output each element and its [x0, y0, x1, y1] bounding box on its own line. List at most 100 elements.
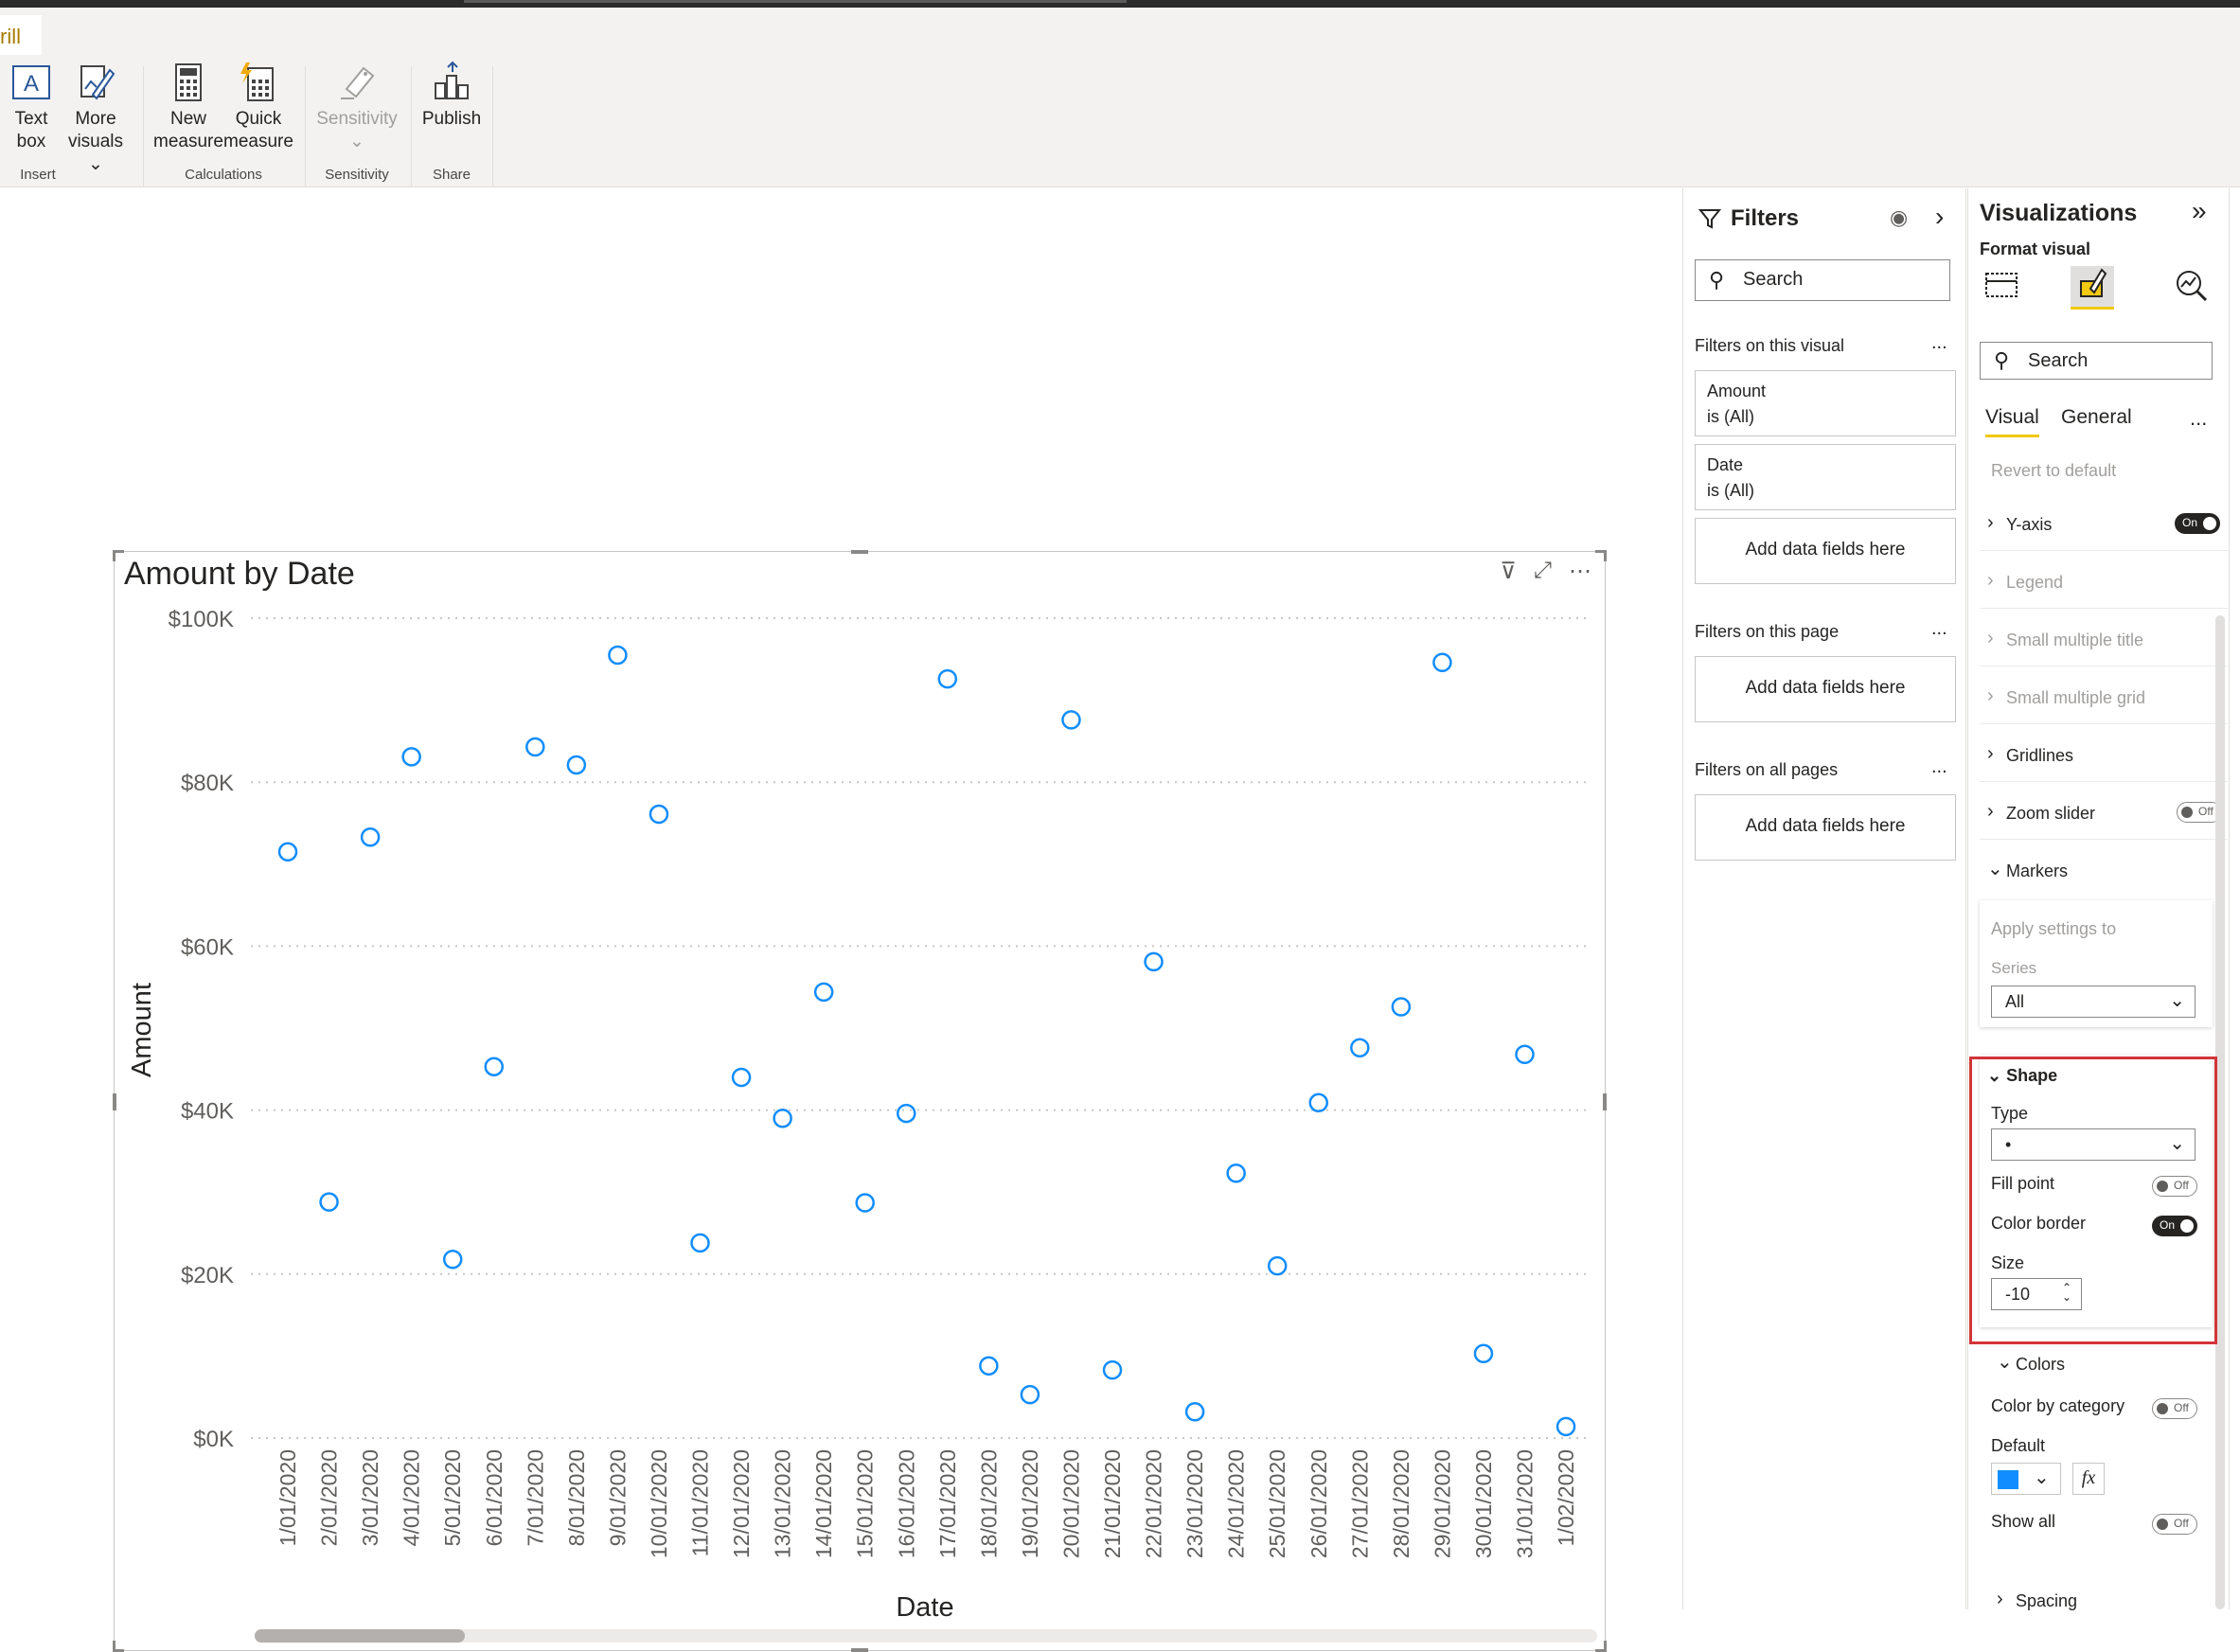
- eye-icon[interactable]: ◉: [1890, 205, 1908, 230]
- x-tick-label: 15/01/2020: [853, 1449, 878, 1558]
- tab-general[interactable]: General: [2061, 406, 2132, 429]
- format-visual-icon[interactable]: [2071, 266, 2114, 310]
- apply-settings-label: Apply settings to: [1991, 919, 2117, 938]
- x-tick-label: 13/01/2020: [771, 1449, 795, 1558]
- x-tick-label: 5/01/2020: [440, 1449, 465, 1546]
- x-tick-label: 8/01/2020: [564, 1449, 589, 1546]
- section-small-multiple-grid[interactable]: › Small multiple grid: [1980, 669, 2228, 724]
- group-sensitivity: Sensitivity: [325, 167, 389, 183]
- section-spacing[interactable]: › Spacing: [1980, 1572, 2228, 1627]
- tab-visual[interactable]: Visual: [1985, 406, 2039, 437]
- collapse-filters-chevron-icon[interactable]: ›: [1935, 202, 1944, 232]
- x-tick-label: 21/01/2020: [1100, 1449, 1125, 1558]
- show-all-toggle[interactable]: Off: [2152, 1514, 2197, 1535]
- sensitivity-label2: ⌄: [349, 132, 364, 151]
- filter-card-field: Date: [1707, 455, 1744, 474]
- scrollbar-thumb[interactable]: [255, 1629, 465, 1643]
- text-box-label2: box: [16, 132, 46, 151]
- revert-to-default[interactable]: Revert to default: [1991, 461, 2116, 481]
- data-point: [277, 842, 298, 862]
- more-visuals-button[interactable]: More visuals ⌄: [59, 61, 133, 176]
- color-by-category-toggle[interactable]: Off: [2152, 1398, 2197, 1419]
- x-tick-label: 3/01/2020: [358, 1449, 382, 1546]
- filters-search-input[interactable]: ⚲ Search: [1695, 259, 1950, 301]
- section-y-axis[interactable]: › Y-axis On: [1980, 496, 2228, 551]
- color-by-category-label: Color by category: [1991, 1396, 2125, 1415]
- section-label: Small multiple title: [2006, 631, 2144, 649]
- x-tick-label: 31/01/2020: [1513, 1449, 1538, 1558]
- y-tick-label: $80K: [181, 771, 234, 796]
- more-options-icon[interactable]: ...: [1931, 332, 1947, 354]
- data-point: [855, 1193, 875, 1213]
- data-point: [1061, 710, 1081, 730]
- publish-label: Publish: [421, 109, 482, 129]
- data-point: [731, 1067, 752, 1088]
- y-tick-label: $0K: [193, 1427, 234, 1452]
- visualizations-title: Visualizations: [1980, 200, 2138, 226]
- default-color-label: Default: [1991, 1436, 2046, 1455]
- x-tick-label: 1/02/2020: [1554, 1449, 1578, 1546]
- search-icon: ⚲: [1709, 268, 1725, 292]
- markers-apply-card: Apply settings to Series All ⌄: [1980, 900, 2213, 1027]
- x-tick-label: 24/01/2020: [1224, 1449, 1249, 1558]
- more-options-icon[interactable]: ...: [1931, 618, 1947, 640]
- filter-icon[interactable]: ⊽: [1500, 558, 1517, 585]
- sensitivity-button[interactable]: Sensitivity ⌄: [312, 61, 401, 153]
- section-label: Y-axis: [2006, 515, 2053, 534]
- new-measure-button[interactable]: New measure: [151, 61, 225, 153]
- fields-pane-edge[interactable]: [2229, 188, 2240, 1609]
- add-data-fields-page[interactable]: Add data fields here: [1695, 656, 1956, 722]
- filter-card-amount[interactable]: Amount is (All): [1695, 370, 1956, 436]
- section-label: Legend: [2006, 573, 2064, 592]
- data-point: [566, 755, 587, 775]
- quick-measure-button[interactable]: Quick measure: [222, 61, 295, 153]
- text-box-button[interactable]: A Text box: [4, 61, 59, 153]
- section-small-multiple-title[interactable]: › Small multiple title: [1980, 612, 2228, 666]
- x-tick-label: 10/01/2020: [647, 1449, 671, 1558]
- viz-search-input[interactable]: ⚲ Search: [1980, 342, 2213, 380]
- conditional-format-button[interactable]: fx: [2072, 1463, 2105, 1495]
- scatter-visual[interactable]: $0K $20K $40K $60K $80K $100K Amount 1/01/2020 2…: [113, 550, 1607, 1652]
- data-point: [1556, 1416, 1576, 1437]
- y-axis-toggle[interactable]: On: [2175, 513, 2220, 534]
- default-color-picker[interactable]: ⌄: [1991, 1463, 2061, 1495]
- x-tick-label: 25/01/2020: [1265, 1449, 1289, 1558]
- analytics-icon[interactable]: [2169, 266, 2213, 310]
- add-data-fields-all-pages[interactable]: Add data fields here: [1695, 794, 1956, 861]
- filter-card-date[interactable]: Date is (All): [1695, 444, 1956, 510]
- data-point: [813, 982, 834, 1003]
- data-point: [1473, 1343, 1494, 1364]
- calculator-icon: [175, 63, 202, 101]
- x-tick-label: 20/01/2020: [1058, 1449, 1083, 1558]
- horizontal-scrollbar[interactable]: [255, 1629, 1597, 1643]
- section-markers[interactable]: ⌄ Markers: [1980, 843, 2228, 897]
- title-search-strip: [464, 0, 1127, 3]
- y-tick-label: $100K: [169, 607, 234, 632]
- expand-pane-icon[interactable]: »: [2192, 196, 2207, 226]
- x-tick-label: 22/01/2020: [1142, 1449, 1166, 1558]
- series-dropdown[interactable]: All ⌄: [1991, 986, 2196, 1018]
- more-options-icon[interactable]: ⋯: [1569, 558, 1591, 585]
- color-swatch: [1998, 1470, 2018, 1489]
- report-canvas[interactable]: $0K $20K $40K $60K $80K $100K Amount 1/01/2020 2…: [0, 188, 1681, 1652]
- publish-button[interactable]: Publish: [417, 61, 487, 131]
- section-zoom-slider[interactable]: › Zoom slider Off: [1980, 785, 2228, 840]
- scatter-chart: $0K $20K $40K $60K $80K $100K Amount 1/01/2020 2…: [127, 607, 1591, 1623]
- data-point: [1515, 1044, 1535, 1064]
- x-tick-label: 1/01/2020: [276, 1449, 300, 1546]
- more-options-icon[interactable]: ...: [2190, 406, 2207, 431]
- ribbon-tab[interactable]: rill: [0, 15, 42, 55]
- x-tick-label: 4/01/2020: [400, 1449, 424, 1546]
- add-data-fields-visual[interactable]: Add data fields here: [1695, 518, 1956, 584]
- data-point: [1226, 1164, 1246, 1183]
- section-gridlines[interactable]: › Gridlines: [1980, 727, 2228, 782]
- chevron-right-icon: ›: [1997, 1589, 2003, 1609]
- section-legend[interactable]: › Legend: [1980, 554, 2228, 609]
- more-options-icon[interactable]: ...: [1931, 756, 1947, 778]
- section-label: Gridlines: [2006, 746, 2074, 765]
- focus-mode-icon[interactable]: ⤢: [1534, 558, 1552, 585]
- data-point: [897, 1103, 916, 1124]
- chevron-right-icon: ›: [1987, 743, 1994, 764]
- filters-search-placeholder: Search: [1743, 269, 1804, 290]
- build-visual-icon[interactable]: [1980, 266, 2023, 310]
